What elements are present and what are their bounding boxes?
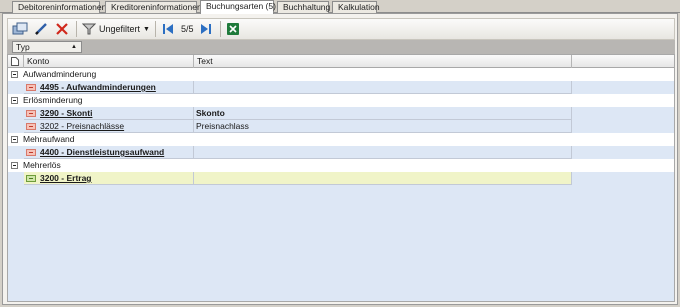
column-header-text[interactable]: Text	[194, 55, 572, 68]
group-label: Aufwandminderung	[23, 69, 97, 79]
text-cell[interactable]: Preisnachlass	[194, 120, 572, 133]
row-icon-cell	[24, 146, 38, 159]
excel-icon	[227, 23, 240, 35]
konto-link[interactable]: 3202 - Preisnachlässe	[40, 121, 124, 131]
row-icon-cell	[24, 81, 38, 94]
grid-header: Konto Text	[8, 55, 674, 68]
konto-link[interactable]: 3290 - Skonti	[40, 108, 92, 118]
text-cell[interactable]: Skonto	[194, 107, 572, 120]
filter-label[interactable]: Ungefiltert	[99, 24, 140, 34]
account-icon	[26, 149, 36, 156]
column-header-konto[interactable]: Konto	[24, 55, 194, 68]
first-record-button[interactable]	[159, 20, 177, 38]
table-row[interactable]: 4400 - Dienstleistungsaufwand	[8, 146, 674, 159]
collapse-icon[interactable]	[11, 136, 18, 143]
excel-export-button[interactable]	[224, 20, 242, 38]
group-row-erloesminderung[interactable]: Erlösminderung	[8, 94, 674, 107]
delete-x-icon	[56, 23, 68, 35]
accounts-grid: Konto Text Aufwandminderung 4495 - Aufwa…	[7, 54, 675, 302]
account-icon	[26, 123, 36, 130]
konto-cell[interactable]: 3290 - Skonti	[38, 107, 194, 120]
tab-kreditoreninformationen[interactable]: Kreditoreninformationen	[105, 1, 202, 13]
sort-ascending-icon: ▲	[71, 44, 77, 50]
row-icon-cell	[24, 107, 38, 120]
account-icon	[26, 110, 36, 117]
toolbar-separator	[220, 21, 222, 37]
group-row-mehrerloes[interactable]: Mehrerlös	[8, 159, 674, 172]
konto-link[interactable]: 4400 - Dienstleistungsaufwand	[40, 147, 164, 157]
new-record-button[interactable]	[11, 20, 29, 38]
row-icon-cell	[24, 172, 38, 185]
konto-cell[interactable]: 4495 - Aufwandminderungen	[38, 81, 194, 94]
konto-cell[interactable]: 3202 - Preisnachlässe	[38, 120, 194, 133]
pencil-icon	[35, 23, 47, 35]
text-cell[interactable]	[194, 172, 572, 185]
text-cell[interactable]	[194, 81, 572, 94]
group-row-mehraufwand[interactable]: Mehraufwand	[8, 133, 674, 146]
group-by-field-label: Typ	[16, 42, 30, 52]
collapse-icon[interactable]	[11, 162, 18, 169]
toolbar: Ungefiltert ▼ 5/5	[7, 18, 675, 40]
group-by-field-typ[interactable]: Typ ▲	[12, 41, 82, 53]
edit-button[interactable]	[32, 20, 50, 38]
chevron-down-icon[interactable]: ▼	[143, 26, 150, 33]
konto-cell[interactable]: 3200 - Ertrag	[38, 172, 194, 185]
new-record-icon	[12, 22, 28, 35]
header-indicator-cell	[8, 55, 24, 68]
filter-button[interactable]	[80, 20, 98, 38]
buchungsarten-panel: Ungefiltert ▼ 5/5 Typ ▲ Konto Text Aufwa…	[2, 13, 678, 305]
tab-debitoreninformationen[interactable]: Debitoreninformationen	[12, 1, 106, 13]
document-icon	[11, 57, 19, 66]
table-row[interactable]: 3290 - Skonti Skonto	[8, 107, 674, 120]
group-label: Mehraufwand	[23, 134, 75, 144]
collapse-icon[interactable]	[11, 71, 18, 78]
tab-buchungsarten[interactable]: Buchungsarten (5)	[200, 0, 276, 14]
konto-cell[interactable]: 4400 - Dienstleistungsaufwand	[38, 146, 194, 159]
collapse-icon[interactable]	[11, 97, 18, 104]
filter-funnel-icon	[82, 23, 96, 35]
account-icon	[26, 175, 36, 182]
group-label: Mehrerlös	[23, 160, 61, 170]
last-record-button[interactable]	[197, 20, 215, 38]
toolbar-separator	[76, 21, 77, 37]
group-row-aufwandminderung[interactable]: Aufwandminderung	[8, 68, 674, 81]
tab-buchhaltung[interactable]: Buchhaltung	[277, 1, 330, 13]
row-icon-cell	[24, 120, 38, 133]
tab-kalkulation[interactable]: Kalkulation	[332, 1, 380, 13]
toolbar-separator	[154, 21, 156, 37]
group-by-band: Typ ▲	[7, 40, 675, 54]
last-record-icon	[201, 24, 212, 34]
group-label: Erlösminderung	[23, 95, 83, 105]
first-record-icon	[162, 24, 173, 34]
table-row[interactable]: 4495 - Aufwandminderungen	[8, 81, 674, 94]
account-icon	[26, 84, 36, 91]
table-row[interactable]: 3202 - Preisnachlässe Preisnachlass	[8, 120, 674, 133]
pager-text: 5/5	[180, 24, 194, 34]
text-cell[interactable]	[194, 146, 572, 159]
konto-link[interactable]: 4495 - Aufwandminderungen	[40, 82, 156, 92]
tab-strip: Debitoreninformationen Kreditoreninforma…	[0, 0, 680, 14]
table-row-selected[interactable]: 3200 - Ertrag	[8, 172, 674, 185]
delete-button[interactable]	[53, 20, 71, 38]
konto-link[interactable]: 3200 - Ertrag	[40, 173, 92, 183]
